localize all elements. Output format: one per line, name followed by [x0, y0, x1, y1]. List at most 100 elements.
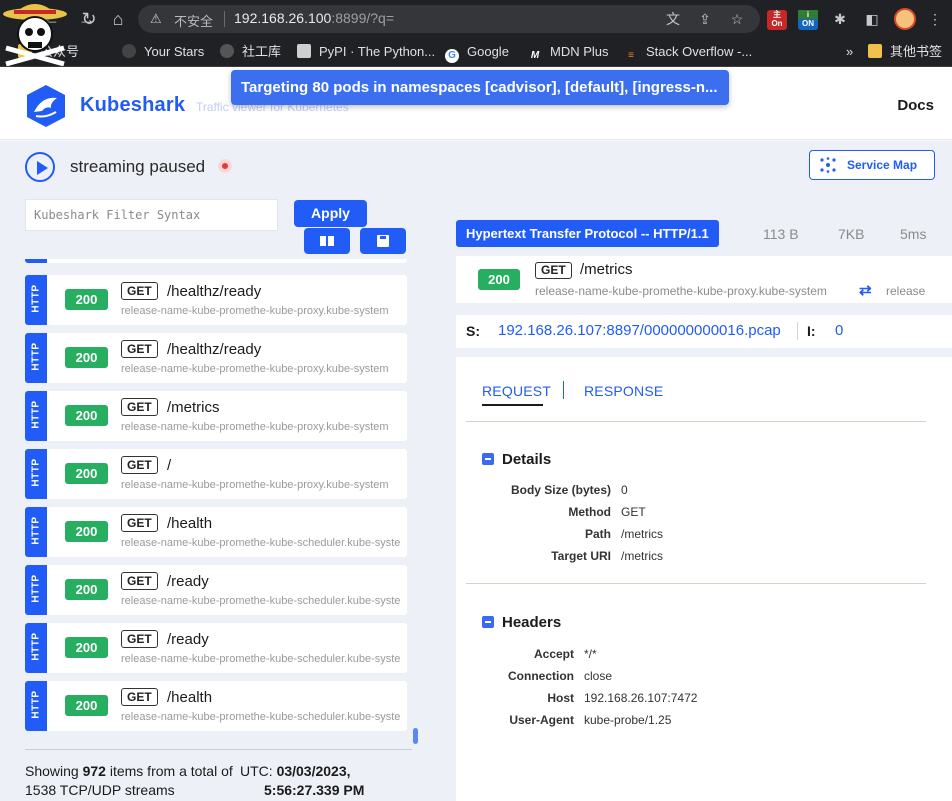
bookmark-item-4[interactable]: G Google — [445, 43, 509, 63]
bookmark-item-1[interactable]: Your Stars — [122, 43, 204, 61]
url-divider — [224, 11, 225, 27]
kv-value[interactable]: /metrics — [621, 527, 663, 541]
protocol-label: HTTP — [30, 516, 42, 545]
kv-value[interactable]: GET — [621, 505, 646, 519]
entries-list[interactable]: HTTP 200 GET/healthz/ready release-name-kub… — [25, 259, 407, 734]
collapse-icon[interactable] — [482, 453, 494, 465]
extensions-icon[interactable]: ✱ — [831, 10, 849, 28]
apply-button[interactable]: Apply — [294, 200, 367, 227]
status-badge: 200 — [65, 405, 108, 426]
tab-response[interactable]: RESPONSE — [584, 383, 663, 399]
pcap-label: S: — [466, 323, 480, 339]
index-value[interactable]: 0 — [835, 322, 843, 339]
total-size: 7KB — [838, 226, 865, 242]
entry-source: release-name-kube-promethe-kube-proxy.ku… — [121, 363, 389, 375]
cube-icon — [297, 44, 311, 58]
entry-row-partial[interactable] — [25, 259, 407, 263]
extension-badge-blue-label: ON — [802, 19, 814, 28]
kv-key: Path — [584, 527, 611, 541]
home-icon[interactable]: ⌂ — [107, 8, 129, 30]
save-button[interactable] — [360, 228, 406, 254]
filter-input[interactable] — [25, 199, 278, 231]
entry-row[interactable]: HTTP 200 GET/ready release-name-kube-promet… — [25, 565, 407, 615]
entry-row[interactable]: HTTP 200 GET/healthz/ready release-name-kub… — [25, 275, 407, 325]
bookmark-item-3[interactable]: PyPI · The Python... — [297, 43, 435, 61]
bookmark-star-icon[interactable]: ☆ — [728, 10, 746, 28]
entry-row[interactable]: HTTP 200 GET/healthz/ready release-name-kub… — [25, 333, 407, 383]
bookmark-item-5[interactable]: M MDN Plus — [528, 43, 609, 61]
reload-icon[interactable]: ↻ — [78, 8, 100, 30]
entry-row[interactable]: HTTP 200 GET / release-name-kube-promethe-ku… — [25, 449, 407, 499]
share-icon[interactable]: ⇪ — [696, 10, 714, 28]
method-badge: GET — [535, 262, 572, 279]
bookmark-label: Stack Overflow -... — [646, 44, 753, 59]
method-badge: GET — [121, 456, 158, 474]
entry-path: /healthz/ready — [167, 283, 262, 300]
docs-book-button[interactable] — [304, 228, 350, 254]
entry-path: /healthz/ready — [167, 341, 262, 358]
service-map-button[interactable]: Service Map — [809, 150, 935, 180]
entry-detail-panel: Hypertext Transfer Protocol -- HTTP/1.1 … — [432, 189, 952, 801]
protocol-tab: HTTP — [25, 275, 47, 325]
kubeshark-logo-icon[interactable] — [24, 84, 68, 128]
docs-link[interactable]: Docs — [897, 97, 934, 114]
kv-value[interactable]: /metrics — [621, 549, 663, 563]
github-icon — [122, 44, 136, 58]
list-scrollbar[interactable] — [413, 728, 418, 744]
protocol-tab: HTTP — [25, 507, 47, 557]
url-text[interactable]: 192.168.26.100:8899/?q= — [234, 10, 394, 26]
kv-value[interactable]: kube-probe/1.25 — [584, 713, 671, 727]
menu-icon[interactable]: ⋮ — [926, 10, 944, 28]
pcap-link[interactable]: 192.168.26.107:8897/000000000016.pcap — [498, 322, 781, 339]
folder-icon — [868, 44, 882, 58]
translate-icon[interactable]: 文 — [664, 10, 682, 28]
protocol-label: HTTP — [30, 400, 42, 429]
entry-path: /health — [167, 689, 213, 706]
kv-key: Connection — [508, 669, 574, 683]
profile-avatar[interactable] — [894, 8, 916, 30]
status-badge: 200 — [65, 579, 108, 600]
kv-value[interactable]: 192.168.26.107:7472 — [584, 691, 697, 705]
kv-value[interactable]: 0 — [621, 483, 628, 497]
entry-path: /metrics — [167, 399, 220, 416]
method-badge: GET — [121, 340, 158, 358]
play-icon[interactable] — [25, 152, 55, 182]
method-badge: GET — [121, 630, 158, 648]
headers-section-header[interactable]: Headers — [482, 614, 561, 631]
protocol-label: HTTP — [30, 690, 42, 719]
swap-arrows-icon: ⇄ — [859, 282, 872, 299]
kv-value[interactable]: close — [584, 669, 612, 683]
extension-badge-red[interactable]: 主 On — [767, 10, 787, 30]
active-tab-indicator — [482, 404, 543, 406]
entry-row[interactable]: HTTP 200 GET/health release-name-kube-prome… — [25, 681, 407, 731]
other-bookmarks[interactable]: 其他书签 — [868, 43, 952, 61]
stats-middle: items from a total of — [105, 763, 233, 779]
status-badge: 200 — [65, 637, 108, 658]
collapse-icon[interactable] — [482, 616, 494, 628]
entry-row[interactable]: HTTP 200 GET/metrics release-name-kube-prom… — [25, 391, 407, 441]
tab-divider — [563, 381, 564, 399]
index-label: I: — [807, 323, 816, 339]
bookmarks-overflow-button[interactable]: » — [846, 43, 853, 61]
security-label: 不安全 — [174, 14, 214, 29]
streaming-status: streaming paused — [70, 157, 206, 176]
entry-destination[interactable]: release — [886, 284, 925, 298]
kv-value[interactable]: */* — [584, 647, 597, 661]
bookmark-label: Your Stars — [144, 44, 205, 59]
bookmark-label: PyPI · The Python... — [319, 44, 436, 59]
entry-source[interactable]: release-name-kube-promethe-kube-proxy.ku… — [535, 284, 827, 298]
extension-badge-blue[interactable]: i ON — [798, 10, 818, 30]
details-section-header[interactable]: Details — [482, 451, 551, 468]
tab-request[interactable]: REQUEST — [482, 383, 551, 399]
entry-row[interactable]: HTTP 200 GET/ready release-name-kube-promet… — [25, 623, 407, 673]
protocol-label: HTTP — [30, 284, 42, 313]
status-badge: 200 — [65, 289, 108, 310]
entries-panel: Apply HTTP 200 GET/healthz/ready release-na… — [0, 189, 432, 801]
bookmark-item-6[interactable]: ≡ Stack Overflow -... — [624, 43, 752, 61]
mdn-icon: M — [530, 50, 540, 61]
status-badge: 200 — [65, 695, 108, 716]
sidebar-icon[interactable]: ◧ — [863, 10, 881, 28]
bookmark-item-2[interactable]: 社工库 — [220, 43, 281, 61]
entry-row[interactable]: HTTP 200 GET/health release-name-kube-prome… — [25, 507, 407, 557]
entry-path: /health — [167, 515, 213, 532]
